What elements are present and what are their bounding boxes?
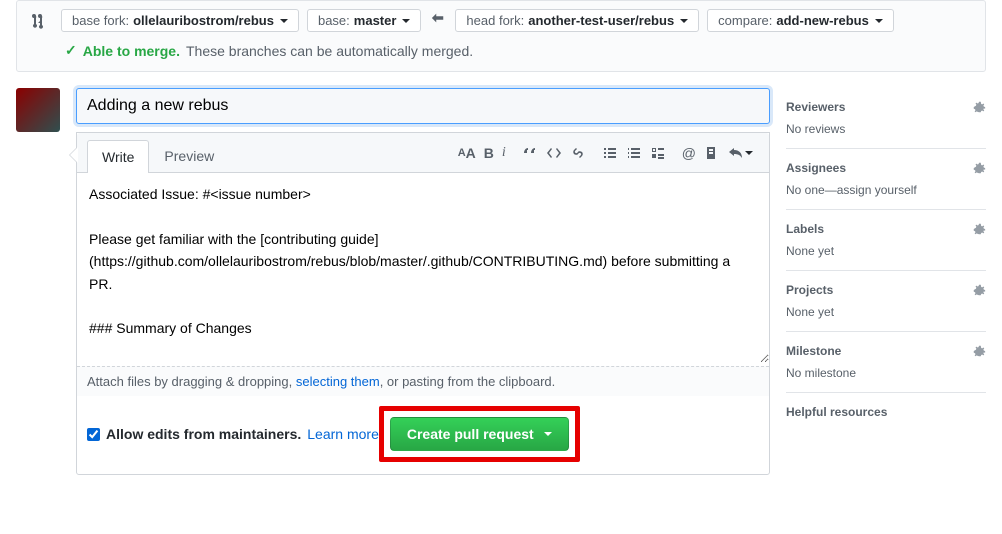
milestone-title: Milestone [786,344,841,358]
helpful-title: Helpful resources [786,405,887,419]
allow-edits-label: Allow edits from maintainers. [106,426,301,442]
labels-title: Labels [786,222,824,236]
link-icon[interactable] [570,145,586,161]
sidebar-labels: Labels None yet [786,210,986,271]
merge-able-text: Able to merge. [83,43,180,59]
create-pr-label: Create pull request [407,426,534,442]
sidebar-assignees: Assignees No one—assign yourself [786,149,986,210]
gear-icon[interactable] [972,283,986,297]
assignees-body: No one— [786,183,837,197]
assign-yourself-link[interactable]: assign yourself [837,183,917,197]
gear-icon[interactable] [972,344,986,358]
sidebar-projects: Projects None yet [786,271,986,332]
caret-down-icon [875,19,883,23]
head-fork-label: head fork: [466,13,524,28]
create-pr-button[interactable]: Create pull request [390,417,569,451]
gear-icon[interactable] [972,161,986,175]
quote-icon[interactable] [522,145,538,161]
ol-icon[interactable] [626,145,642,161]
milestone-body: No milestone [786,366,986,380]
head-fork-select[interactable]: head fork: another-test-user/rebus [455,9,699,32]
base-label: base: [318,13,350,28]
base-fork-label: base fork: [72,13,129,28]
avatar [16,88,60,132]
attach-link[interactable]: selecting them [296,374,380,389]
sidebar-milestone: Milestone No milestone [786,332,986,393]
main-area: Write Preview AA B i [16,88,986,475]
reviewers-body: No reviews [786,122,986,136]
bold-icon[interactable]: B [484,145,494,161]
tabs-row: Write Preview AA B i [77,133,769,173]
reference-icon[interactable] [704,145,720,161]
branch-row: base fork: ollelauribostrom/rebus base: … [25,9,977,32]
caret-down-icon [544,432,552,436]
gear-icon[interactable] [972,222,986,236]
labels-body: None yet [786,244,986,258]
check-icon: ✓ [65,42,77,59]
allow-edits-row: Allow edits from maintainers. Learn more [87,426,379,442]
sidebar-helpful: Helpful resources [786,393,986,439]
projects-body: None yet [786,305,986,319]
reviewers-title: Reviewers [786,100,845,114]
pr-body-textarea[interactable] [77,173,769,363]
sidebar-reviewers: Reviewers No reviews [786,88,986,149]
ul-icon[interactable] [602,145,618,161]
md-toolbar: AA B i @ [458,145,759,167]
tab-preview[interactable]: Preview [149,139,229,172]
form-footer: Allow edits from maintainers. Learn more… [77,396,769,474]
merge-status: ✓ Able to merge. These branches can be a… [25,42,977,59]
attach-prefix: Attach files by dragging & dropping, [87,374,296,389]
comment-box: Write Preview AA B i [76,132,770,475]
reply-icon[interactable] [728,145,753,161]
gear-icon[interactable] [972,100,986,114]
arrow-left-icon [429,11,447,30]
merge-desc-text: These branches can be automatically merg… [186,43,473,59]
base-value: master [354,13,397,28]
attach-suffix: , or pasting from the clipboard. [380,374,556,389]
heading-icon[interactable]: AA [458,145,476,161]
caret-down-icon [680,19,688,23]
base-fork-value: ollelauribostrom/rebus [133,13,274,28]
compare-branch-select[interactable]: compare: add-new-rebus [707,9,894,32]
allow-edits-checkbox[interactable] [87,428,100,441]
compare-label: compare: [718,13,772,28]
pr-title-input[interactable] [76,88,770,124]
assignees-title: Assignees [786,161,846,175]
italic-icon[interactable]: i [502,145,506,161]
attach-hint: Attach files by dragging & dropping, sel… [77,366,769,396]
pr-form: Write Preview AA B i [76,88,770,475]
code-icon[interactable] [546,145,562,161]
sidebar: Reviewers No reviews Assignees No one—as… [786,88,986,475]
tab-write[interactable]: Write [87,140,149,173]
projects-title: Projects [786,283,833,297]
compare-icon [31,13,47,29]
branch-compare-bar: base fork: ollelauribostrom/rebus base: … [16,0,986,72]
mention-icon[interactable]: @ [682,145,696,161]
learn-more-link[interactable]: Learn more [307,426,379,442]
base-branch-select[interactable]: base: master [307,9,421,32]
tasklist-icon[interactable] [650,145,666,161]
create-button-highlight: Create pull request [379,406,580,462]
base-fork-select[interactable]: base fork: ollelauribostrom/rebus [61,9,299,32]
caret-down-icon [280,19,288,23]
compare-value: add-new-rebus [776,13,868,28]
caret-down-icon [402,19,410,23]
head-fork-value: another-test-user/rebus [528,13,674,28]
